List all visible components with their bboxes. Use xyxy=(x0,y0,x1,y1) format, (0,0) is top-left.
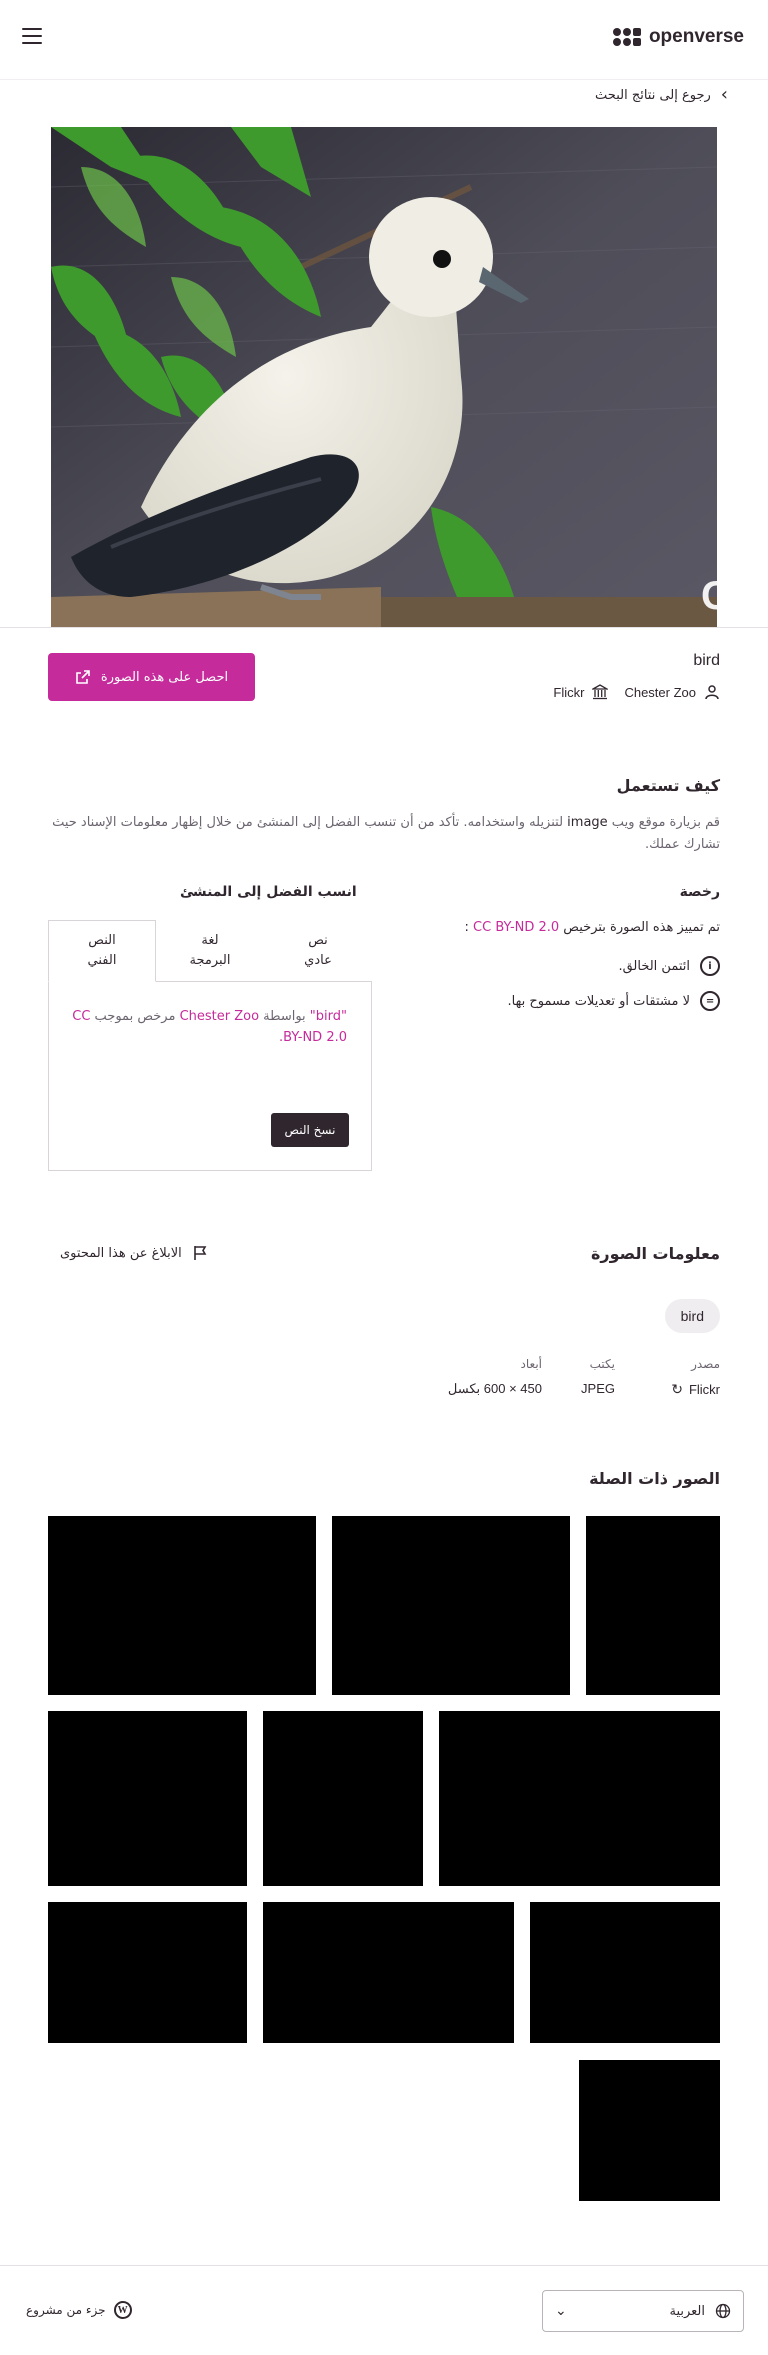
bird-photo: ChesterZoo.org xyxy=(51,127,717,627)
license-marked-suffix: : xyxy=(464,920,474,935)
main-image[interactable]: ChesterZoo.org xyxy=(51,127,717,627)
license-nd-text: لا مشتقات أو تعديلات مسموح بها. xyxy=(507,993,690,1009)
globe-icon xyxy=(715,2303,731,2319)
tab-plain-text[interactable]: نص عادي xyxy=(264,920,372,982)
info-type-label: يكتب xyxy=(589,1357,615,1371)
cc-by-icon: i xyxy=(700,956,720,976)
license-heading: رخصة xyxy=(679,884,720,900)
image-meta-row: Chester Zoo Flickr xyxy=(553,684,720,700)
license-by-row: i ائتمن الخالق. xyxy=(618,956,720,976)
info-type-col: يكتب JPEG xyxy=(581,1357,615,1396)
attribution-title-link[interactable]: "bird" xyxy=(310,1009,347,1024)
tab-html[interactable]: لغة البرمجة xyxy=(156,920,264,982)
info-source-col: مصدر Flickr ↻ xyxy=(671,1357,720,1398)
flag-icon xyxy=(193,1246,207,1260)
image-title: bird xyxy=(693,652,720,669)
info-dimensions-col: أبعاد 450 × 600 بكسل xyxy=(448,1357,542,1397)
license-by-text: ائتمن الخالق. xyxy=(618,958,690,974)
source-name: Flickr xyxy=(553,684,585,700)
related-image-10[interactable] xyxy=(579,2060,720,2201)
attribution-text: "bird" بواسطة Chester Zoo مرخص بموجب CC … xyxy=(71,1006,347,1048)
info-dimensions-label: أبعاد xyxy=(520,1357,542,1371)
info-type-value: JPEG xyxy=(581,1381,615,1396)
get-this-image-label: احصل على هذه الصورة xyxy=(100,669,229,685)
attribution-tabs: النص الفني لغة البرمجة نص عادي xyxy=(48,920,372,982)
how-to-use-image-word: image xyxy=(567,815,608,830)
tag-bird[interactable]: bird xyxy=(664,1299,720,1333)
person-icon xyxy=(705,685,719,700)
wordpress-icon: W xyxy=(113,2301,132,2319)
attribution-panel: "bird" بواسطة Chester Zoo مرخص بموجب CC … xyxy=(48,981,372,1171)
how-to-use-paragraph: قم بزيارة موقع ويب image لتنزيله واستخدا… xyxy=(48,812,720,856)
creator-name: Chester Zoo xyxy=(624,684,696,700)
info-source-link[interactable]: Flickr ↻ xyxy=(671,1381,720,1398)
section-divider xyxy=(0,627,768,628)
related-image-7[interactable] xyxy=(48,1902,247,2043)
attribution-licensed: مرخص بموجب xyxy=(90,1009,180,1024)
info-dimensions-value: 450 × 600 بكسل xyxy=(447,1381,542,1396)
related-images-heading: الصور ذات الصلة xyxy=(589,1469,720,1488)
language-select[interactable]: العربية ⌄ xyxy=(542,2290,744,2332)
refresh-icon: ↻ xyxy=(671,1381,683,1397)
license-nd-row: = لا مشتقات أو تعديلات مسموح بها. xyxy=(508,991,720,1011)
related-image-5[interactable] xyxy=(263,1711,423,1886)
footer-divider xyxy=(0,2265,768,2266)
back-to-results-link[interactable]: › رجوع إلى نتائج البحث xyxy=(595,86,728,104)
watermark-text: ChesterZoo.org xyxy=(701,574,717,618)
language-value: العربية xyxy=(669,2303,705,2319)
related-image-2[interactable] xyxy=(332,1516,570,1695)
get-this-image-button[interactable]: احصل على هذه الصورة xyxy=(48,653,255,701)
how-to-use-heading: كيف تستعمل xyxy=(616,776,720,795)
image-info-heading: معلومات الصورة xyxy=(590,1244,720,1263)
attribution-creator-link[interactable]: Chester Zoo xyxy=(180,1009,259,1024)
related-image-3[interactable] xyxy=(586,1516,720,1695)
chevron-down-icon: ⌄ xyxy=(555,2303,567,2319)
related-image-1[interactable] xyxy=(48,1516,316,1695)
license-link[interactable]: CC BY-ND 2.0 xyxy=(473,920,559,935)
source-link[interactable]: Flickr xyxy=(553,684,609,700)
wordpress-project-link[interactable]: W جزء من مشروع xyxy=(26,2301,132,2319)
info-source-label: مصدر xyxy=(691,1357,720,1371)
attribution-by: بواسطة xyxy=(259,1009,310,1024)
openverse-logo-icon xyxy=(612,28,641,46)
back-to-results-label: رجوع إلى نتائج البحث xyxy=(595,87,711,103)
openverse-logo[interactable]: openverse xyxy=(612,26,744,48)
site-header: openverse xyxy=(0,0,768,80)
license-marked-prefix: تم تمييز هذه الصورة بترخيص xyxy=(559,920,720,935)
copy-text-button[interactable]: نسخ النص xyxy=(271,1113,349,1147)
attribution-heading: انسب الفضل إلى المنشئ xyxy=(180,884,357,900)
related-image-9[interactable] xyxy=(530,1902,720,2043)
how-to-use-text-1: قم بزيارة موقع ويب xyxy=(607,815,720,830)
hamburger-menu-icon[interactable] xyxy=(22,28,42,46)
creator-link[interactable]: Chester Zoo xyxy=(624,684,720,700)
institution-icon xyxy=(592,684,609,700)
license-marked-text: تم تمييز هذه الصورة بترخيص CC BY-ND 2.0 … xyxy=(465,920,720,935)
info-source-value: Flickr xyxy=(688,1382,720,1397)
brand-name: openverse xyxy=(648,26,744,47)
project-label: جزء من مشروع xyxy=(26,2303,106,2317)
cc-nd-icon: = xyxy=(700,991,720,1011)
external-link-icon xyxy=(76,670,90,684)
report-content-label: الابلاغ عن هذا المحتوى xyxy=(60,1245,182,1261)
language-select-current: العربية xyxy=(669,2303,731,2319)
tab-rich-text[interactable]: النص الفني xyxy=(48,920,156,982)
chevron-right-icon: › xyxy=(720,84,728,105)
related-image-4[interactable] xyxy=(48,1711,247,1886)
related-image-6[interactable] xyxy=(439,1711,720,1886)
report-content-link[interactable]: الابلاغ عن هذا المحتوى xyxy=(60,1245,208,1261)
related-image-8[interactable] xyxy=(263,1902,514,2043)
